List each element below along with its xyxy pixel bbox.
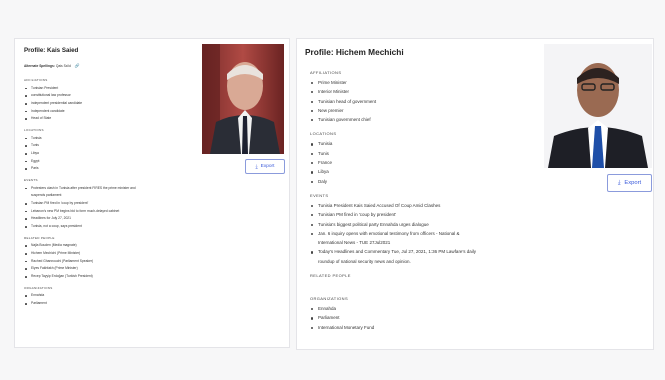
section-heading: RELATED PEOPLE: [310, 273, 351, 279]
section-related-people: RELATED PEOPLE: [310, 273, 535, 289]
section-heading: LOCATIONS: [310, 131, 337, 137]
list-item: Tunis: [310, 149, 535, 158]
profile-card-kais-saied: Profile: Kais Saied Alternate Spellings:…: [14, 38, 290, 348]
event-link[interactable]: Tunisia's biggest political party Ennahd…: [310, 220, 535, 229]
list-item: Paris: [24, 165, 194, 173]
list-item: New premier: [310, 106, 535, 115]
section-heading: EVENTS: [310, 192, 329, 198]
related-person-link[interactable]: Elyes Fakhfakh (Prime Minister): [24, 265, 194, 273]
section-affiliations: AFFILIATIONS Tunisian President constitu…: [24, 78, 194, 123]
export-button[interactable]: ⤓ Export: [245, 159, 285, 174]
event-link-continued[interactable]: International News - TUE 27Jul2021: [310, 238, 535, 247]
list-item: Tunisia: [24, 135, 194, 143]
event-link[interactable]: Tunisia, not a coup, says president: [24, 223, 194, 231]
related-person-link[interactable]: Rached Ghannouchi (Parliament Speaker): [24, 258, 194, 266]
list-item: Tunisian government chief: [310, 115, 535, 124]
list-item: Daly: [310, 177, 535, 186]
download-icon: ⤓: [617, 179, 621, 186]
section-heading: RELATED PEOPLE: [24, 235, 55, 240]
page: Profile: Kais Saied Alternate Spellings:…: [0, 0, 665, 380]
list-item: Libya: [310, 167, 535, 176]
alternate-spellings: Alternate Spellings: Qais Sa'id 🔗: [24, 63, 80, 68]
section-locations: LOCATIONS Tunisia Tunis France Libya Dal…: [310, 131, 535, 185]
list-item: Tunisian President: [24, 85, 194, 93]
list-item: Tunisia: [310, 139, 535, 148]
section-heading: AFFILIATIONS: [310, 70, 342, 75]
event-link[interactable]: Jan. 6 inquiry opens with emotional test…: [310, 229, 535, 238]
section-affiliations: AFFILIATIONS Prime Minister Interior Min…: [310, 70, 535, 124]
list-item: Parliament: [24, 300, 194, 308]
list-item: Egypt: [24, 158, 194, 166]
related-person-link[interactable]: Hichem Mechichi (Prime Minister): [24, 250, 194, 258]
section-related-people: RELATED PEOPLE Najla Bouden (Media magna…: [24, 236, 194, 281]
section-heading: EVENTS: [24, 178, 38, 183]
list-item: Libya: [24, 150, 194, 158]
alternate-spellings-value: Qais Sa'id: [55, 64, 71, 68]
list-item: Head of State: [24, 115, 194, 123]
profile-title: Profile: Hichem Mechichi: [305, 47, 404, 57]
export-label: Export: [624, 180, 642, 186]
edit-link-icon[interactable]: 🔗: [75, 63, 80, 68]
list-item: Ennahda: [310, 304, 535, 313]
event-link[interactable]: Tunisian PM fired in 'coup by president': [24, 200, 194, 208]
list-item: International Monetary Fund: [310, 323, 535, 332]
section-organizations: ORGANIZATIONS Ennahda Parliament: [24, 286, 194, 308]
profile-photo: [544, 44, 652, 168]
section-heading: ORGANIZATIONS: [310, 296, 349, 302]
alternate-spellings-label: Alternate Spellings:: [24, 64, 55, 68]
list-item: Parliament: [310, 313, 535, 322]
event-link-continued[interactable]: roundup of national security news and op…: [310, 257, 535, 266]
list-item: France: [310, 158, 535, 167]
section-events: EVENTS Tunisia President Kais Saied Accu…: [310, 193, 535, 266]
section-heading: ORGANIZATIONS: [24, 285, 53, 290]
related-person-link[interactable]: Najla Bouden (Media magnate): [24, 242, 194, 250]
list-item: independent presidential candidate: [24, 100, 194, 108]
export-button[interactable]: ⤓ Export: [607, 174, 652, 192]
profile-card-hichem-mechichi: Profile: Hichem Mechichi ⤓ Export AFFILI…: [296, 38, 654, 350]
event-link-continued[interactable]: suspends parliament: [24, 192, 194, 200]
related-person-link[interactable]: Recep Tayyip Erdoğan (Turkish President): [24, 273, 194, 281]
event-link[interactable]: Protesters clash in Tunisia after presid…: [24, 185, 194, 193]
event-link[interactable]: Today's Headlines and Commentary Tue, Ju…: [310, 247, 535, 256]
section-heading: AFFILIATIONS: [24, 78, 48, 82]
profile-photo: [202, 44, 284, 154]
export-label: Export: [260, 164, 275, 169]
list-item: Prime Minister: [310, 78, 535, 87]
section-locations: LOCATIONS Tunisia Tunis Libya Egypt Pari…: [24, 128, 194, 173]
list-item: Independent candidate: [24, 108, 194, 116]
event-link[interactable]: Tunisian PM fired in 'coup by president': [310, 210, 535, 219]
list-item: constitutional law professor: [24, 92, 194, 100]
download-icon: ⤓: [255, 164, 258, 170]
event-link[interactable]: Headlines for July 27, 2021: [24, 215, 194, 223]
profile-details: AFFILIATIONS Prime Minister Interior Min…: [310, 70, 535, 339]
section-events: EVENTS Protesters clash in Tunisia after…: [24, 178, 194, 231]
list-item: Tunisian head of government: [310, 97, 535, 106]
section-heading: LOCATIONS: [24, 128, 44, 133]
event-link[interactable]: Lebanon's new PM begins bid to form much…: [24, 208, 194, 216]
list-item: Ennahda: [24, 292, 194, 300]
event-link[interactable]: Tunisia President Kais Saied Accused Of …: [310, 201, 535, 210]
list-item: Interior Minister: [310, 87, 535, 96]
profile-title: Profile: Kais Saied: [24, 47, 79, 54]
section-organizations: ORGANIZATIONS Ennahda Parliament Interna…: [310, 296, 535, 332]
list-item: Tunis: [24, 142, 194, 150]
profile-details: AFFILIATIONS Tunisian President constitu…: [24, 78, 194, 313]
